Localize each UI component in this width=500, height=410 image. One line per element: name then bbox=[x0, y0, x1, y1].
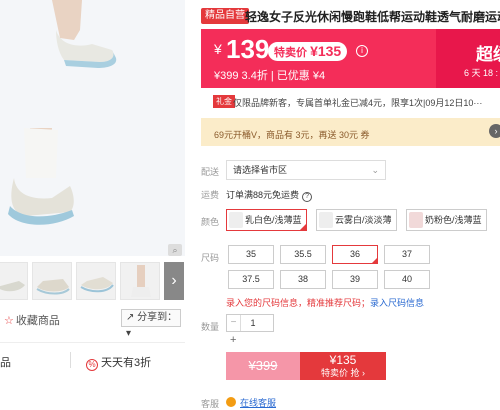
chevron-down-icon: ⌄ bbox=[371, 165, 379, 175]
percent-icon: % bbox=[86, 359, 98, 371]
thumbnail[interactable] bbox=[76, 262, 116, 300]
share-icon: ↗ bbox=[126, 312, 135, 323]
size-option[interactable]: 35.5 bbox=[280, 245, 326, 264]
size-note: 录入您的尺码信息，精准推荐尺码；录入尺码信息 bbox=[226, 296, 424, 309]
star-icon: ☆ bbox=[4, 315, 14, 327]
thumbnail[interactable] bbox=[120, 262, 160, 300]
current-price: 139 bbox=[226, 34, 270, 64]
buy-special-button[interactable]: ¥135 特卖价 抢 › bbox=[300, 352, 386, 380]
color-label: 乳白色/浅薄蓝 bbox=[245, 215, 302, 225]
size-note-link[interactable]: 录入尺码信息 bbox=[370, 298, 424, 308]
info-icon[interactable]: i bbox=[356, 45, 368, 57]
thumbnail-strip: › bbox=[0, 262, 185, 302]
address-select[interactable]: 请选择省市区 ⌄ bbox=[226, 160, 386, 180]
favorite-label: 收藏商品 bbox=[15, 315, 60, 327]
size-note-text: 录入您的尺码信息，精准推荐尺码； bbox=[226, 298, 371, 308]
size-option[interactable]: 37 bbox=[384, 245, 430, 264]
size-option[interactable]: 38 bbox=[280, 270, 326, 289]
color-label: 云雾白/淡淡薄 bbox=[335, 215, 392, 225]
chevron-right-icon[interactable]: › bbox=[489, 124, 500, 138]
help-icon[interactable]: ? bbox=[302, 192, 313, 202]
share-button[interactable]: ↗ 分享到： ▾ bbox=[121, 309, 181, 339]
label-quantity: 数量 bbox=[201, 322, 220, 332]
freight-text: 订单满88元免运费 bbox=[226, 190, 300, 200]
magnify-icon[interactable]: ⌕ bbox=[168, 244, 182, 256]
promo-text: 仅限品牌新客，专属首单礼金已减4元，限享1次|09月12日10··· bbox=[233, 98, 483, 108]
label-service: 客服 bbox=[201, 399, 220, 409]
color-option[interactable]: 奶粉色/浅薄蓝 bbox=[406, 209, 487, 231]
size-option[interactable]: 40 bbox=[384, 270, 430, 289]
size-option[interactable]: 39 bbox=[332, 270, 378, 289]
super-label: 超级 bbox=[476, 45, 500, 64]
divider bbox=[0, 342, 185, 343]
quantity-minus-button[interactable]: − bbox=[227, 315, 241, 331]
favorite-button[interactable]: ☆ 收藏商品 bbox=[4, 312, 60, 328]
left-fragment: 品 bbox=[0, 357, 11, 369]
color-swatch bbox=[229, 212, 243, 228]
buy-original-button[interactable]: ¥399 bbox=[226, 352, 300, 380]
quantity-input[interactable]: 1 bbox=[243, 315, 263, 331]
divider bbox=[70, 352, 71, 368]
label-color: 颜色 bbox=[201, 217, 220, 227]
service-link[interactable]: 在线客服 bbox=[240, 396, 276, 409]
color-label: 奶粉色/浅薄蓝 bbox=[425, 215, 482, 225]
thumbnail[interactable] bbox=[0, 262, 28, 300]
color-swatch bbox=[319, 212, 333, 228]
currency-symbol: ¥ bbox=[214, 41, 222, 57]
shoe-photo bbox=[0, 0, 185, 256]
special-label: 特卖价 bbox=[274, 47, 307, 59]
color-option[interactable]: 云雾白/淡淡薄 bbox=[316, 209, 397, 231]
address-placeholder: 请选择省市区 bbox=[233, 165, 288, 175]
quantity-plus-button[interactable]: + bbox=[230, 334, 236, 346]
color-option[interactable]: 乳白色/浅薄蓝 bbox=[226, 209, 307, 231]
buy-special-price: ¥135 bbox=[329, 353, 357, 367]
size-option[interactable]: 36 bbox=[332, 245, 378, 264]
countdown: 6 天 18 : bbox=[464, 68, 499, 78]
promo-badge: 礼金 bbox=[213, 95, 235, 108]
special-price-tag: 特卖价 ¥135 bbox=[268, 42, 348, 61]
chevron-right-icon[interactable]: › bbox=[164, 262, 184, 300]
buy-special-action: 特卖价 抢 › bbox=[321, 368, 365, 378]
price-sub-line: ¥399 3.4折 | 已优惠 ¥4 bbox=[214, 70, 326, 82]
daily-discount[interactable]: % 天天有3折 bbox=[86, 354, 151, 371]
product-badge: 精品自营 bbox=[201, 8, 249, 24]
chevron-down-icon: ▾ bbox=[126, 328, 132, 339]
label-size: 尺码 bbox=[201, 253, 220, 263]
daily-label: 天天有3折 bbox=[101, 357, 152, 369]
label-delivery: 配送 bbox=[201, 167, 220, 177]
share-label: 分享到： bbox=[137, 312, 178, 323]
size-option[interactable]: 35 bbox=[228, 245, 274, 264]
product-title: 轻逸女子反光休闲慢跑鞋低帮运动鞋透气耐磨运动鞋 bbox=[245, 10, 500, 24]
size-option[interactable]: 37.5 bbox=[228, 270, 274, 289]
product-main-image bbox=[0, 0, 185, 256]
thumbnail[interactable] bbox=[32, 262, 72, 300]
color-swatch bbox=[409, 212, 423, 228]
quantity-stepper: − 1 bbox=[226, 314, 274, 332]
freight-info: 订单满88元免运费? bbox=[226, 188, 313, 202]
label-freight: 运费 bbox=[201, 190, 220, 200]
coupon-text: 69元开桶V，商品有 3元，再送 30元 券 bbox=[214, 130, 370, 140]
special-price: ¥135 bbox=[310, 43, 342, 59]
